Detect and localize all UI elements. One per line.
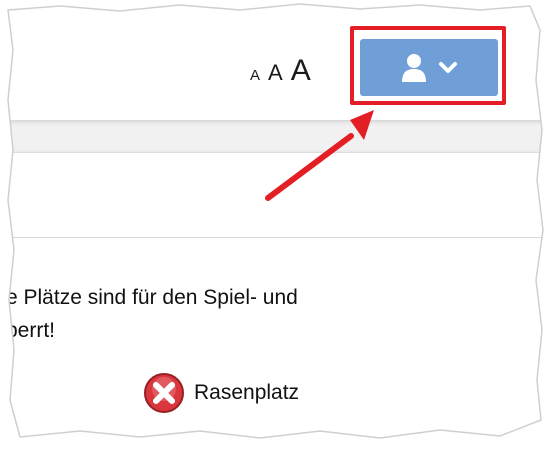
torn-edge-frame [0, 0, 554, 454]
